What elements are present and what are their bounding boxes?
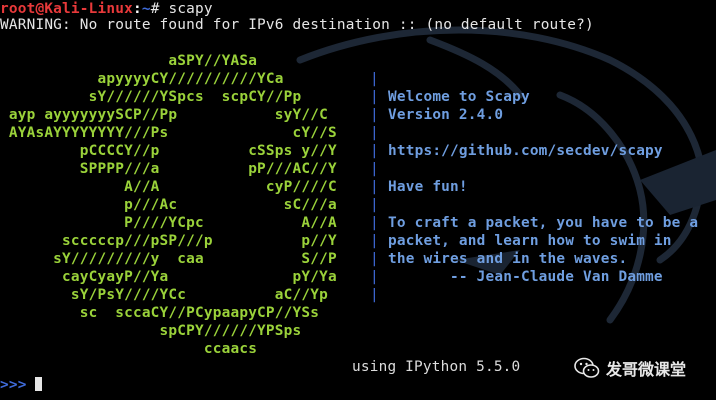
banner-art-line: sY//////YSpcs scpCY//Pp: [0, 89, 302, 105]
banner-divider: |: [370, 233, 379, 249]
banner-divider: |: [370, 269, 379, 285]
scapy-input-line[interactable]: >>>: [0, 376, 43, 394]
prompt-separator: :: [132, 1, 142, 17]
have-fun-text: Have fun!: [388, 179, 468, 195]
banner-art-line: P////YCpc A//A: [0, 215, 337, 231]
banner-divider: |: [370, 125, 379, 141]
banner-divider: |: [370, 107, 379, 123]
banner-art-line: sc sccaCY//PCypaapyCP//YSs: [0, 305, 320, 321]
typed-command: scapy: [168, 1, 213, 17]
banner-art-line: apyyyyCY//////////YCa: [0, 71, 284, 87]
welcome-text: Welcome to Scapy: [388, 89, 530, 105]
banner-divider: |: [370, 215, 379, 231]
quote-author: -- Jean-Claude Van Damme: [388, 269, 663, 285]
banner-art-line: sY/PsY////YCc aC//Yp: [0, 287, 328, 303]
banner-art-line: p///Ac sC///a: [0, 197, 337, 213]
banner-art-line: sY/////////y caa S//P: [0, 251, 337, 267]
banner-divider: |: [370, 197, 379, 213]
prompt-user-host: root@Kali-Linux: [0, 1, 133, 17]
github-url[interactable]: https://github.com/secdev/scapy: [388, 142, 663, 160]
banner-art-line: spCPY//////YPSps: [0, 323, 302, 339]
banner-art-line: pCCCCY//p cSSps y//Y: [0, 143, 337, 159]
banner-art-line: AYAsAYYYYYYYY///Ps cY//S: [0, 125, 337, 141]
banner-divider: |: [370, 71, 379, 87]
banner-art-line: cayCyayP//Ya pY/Ya: [0, 269, 337, 285]
quote-line: To craft a packet, you have to be a: [388, 215, 699, 231]
banner-divider: |: [370, 89, 379, 105]
banner-art-line: ayp ayyyyyyySCP//Pp syY//C: [0, 107, 328, 123]
prompt-symbol: #: [150, 1, 169, 17]
banner-divider: |: [370, 143, 379, 159]
banner-art-line: A//A cyP////C: [0, 179, 337, 195]
banner-art-line: scccccp///pSP///p p//Y: [0, 233, 337, 249]
quote-line: packet, and learn how to swim in: [388, 233, 672, 249]
banner-divider: |: [370, 251, 379, 267]
quote-line: the wires and in the waves.: [388, 251, 628, 267]
banner-art-line: ccaacs: [0, 341, 258, 357]
ipython-version: using IPython 5.5.0: [352, 359, 521, 375]
banner-divider: |: [370, 161, 379, 177]
banner-divider: |: [370, 179, 379, 195]
prompt-path: ~: [141, 1, 151, 17]
watermark: 发哥微课堂: [574, 356, 686, 380]
wechat-icon: [574, 357, 600, 378]
text-cursor: [35, 377, 43, 391]
watermark-text: 发哥微课堂: [606, 360, 687, 379]
banner-art-line: SPPPP///a pP///AC//Y: [0, 161, 337, 177]
ipython-prompt: >>>: [0, 377, 27, 393]
ipv6-warning: WARNING: No route found for IPv6 destina…: [0, 17, 594, 33]
banner-divider: |: [370, 287, 379, 303]
version-text: Version 2.4.0: [388, 107, 504, 123]
banner-art-line: aSPY//YASa: [0, 53, 258, 69]
